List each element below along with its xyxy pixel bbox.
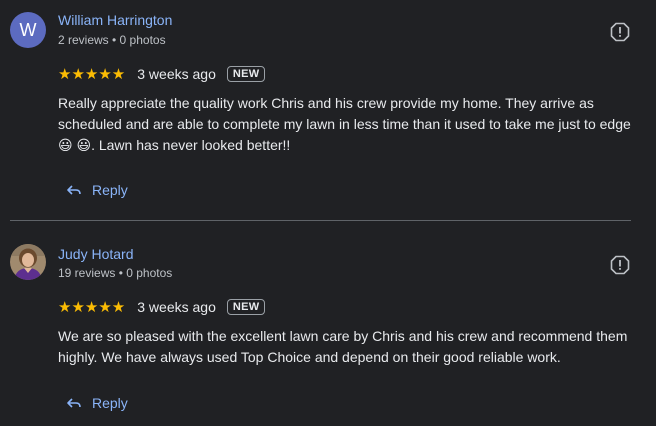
reply-arrow-icon — [67, 185, 81, 195]
review-card: Judy Hotard 19 reviews • 0 photos ★★★★★ … — [0, 221, 656, 426]
review-date: 3 weeks ago — [137, 299, 216, 315]
avatar[interactable] — [10, 244, 46, 280]
reply-button[interactable]: Reply — [66, 179, 128, 201]
rating-row: ★★★★★ 3 weeks ago NEW — [58, 62, 266, 86]
star-rating: ★★★★★ — [58, 298, 126, 316]
reviewer-meta: 2 reviews • 0 photos — [58, 33, 166, 47]
avatar-letter: W — [19, 20, 37, 40]
review-text: We are so pleased with the excellent law… — [58, 328, 628, 365]
reviewer-name[interactable]: William Harrington — [58, 12, 172, 28]
review-text: Really appreciate the quality work Chris… — [58, 95, 631, 153]
reply-label: Reply — [92, 182, 128, 198]
rating-row: ★★★★★ 3 weeks ago NEW — [58, 295, 266, 319]
reply-label: Reply — [92, 395, 128, 411]
review-card: W William Harrington 2 reviews • 0 photo… — [0, 0, 656, 212]
reply-button[interactable]: Reply — [66, 392, 128, 414]
avatar-photo — [10, 244, 46, 280]
new-badge: NEW — [226, 299, 266, 315]
report-flag-icon[interactable] — [610, 22, 630, 42]
reply-arrow-icon — [67, 398, 81, 408]
new-badge: NEW — [226, 66, 266, 82]
reviewer-name[interactable]: Judy Hotard — [58, 246, 133, 262]
review-date: 3 weeks ago — [137, 66, 216, 82]
avatar[interactable]: W — [10, 12, 46, 48]
report-flag-icon[interactable] — [610, 255, 630, 275]
star-rating: ★★★★★ — [58, 65, 126, 83]
reviewer-meta: 19 reviews • 0 photos — [58, 266, 173, 280]
